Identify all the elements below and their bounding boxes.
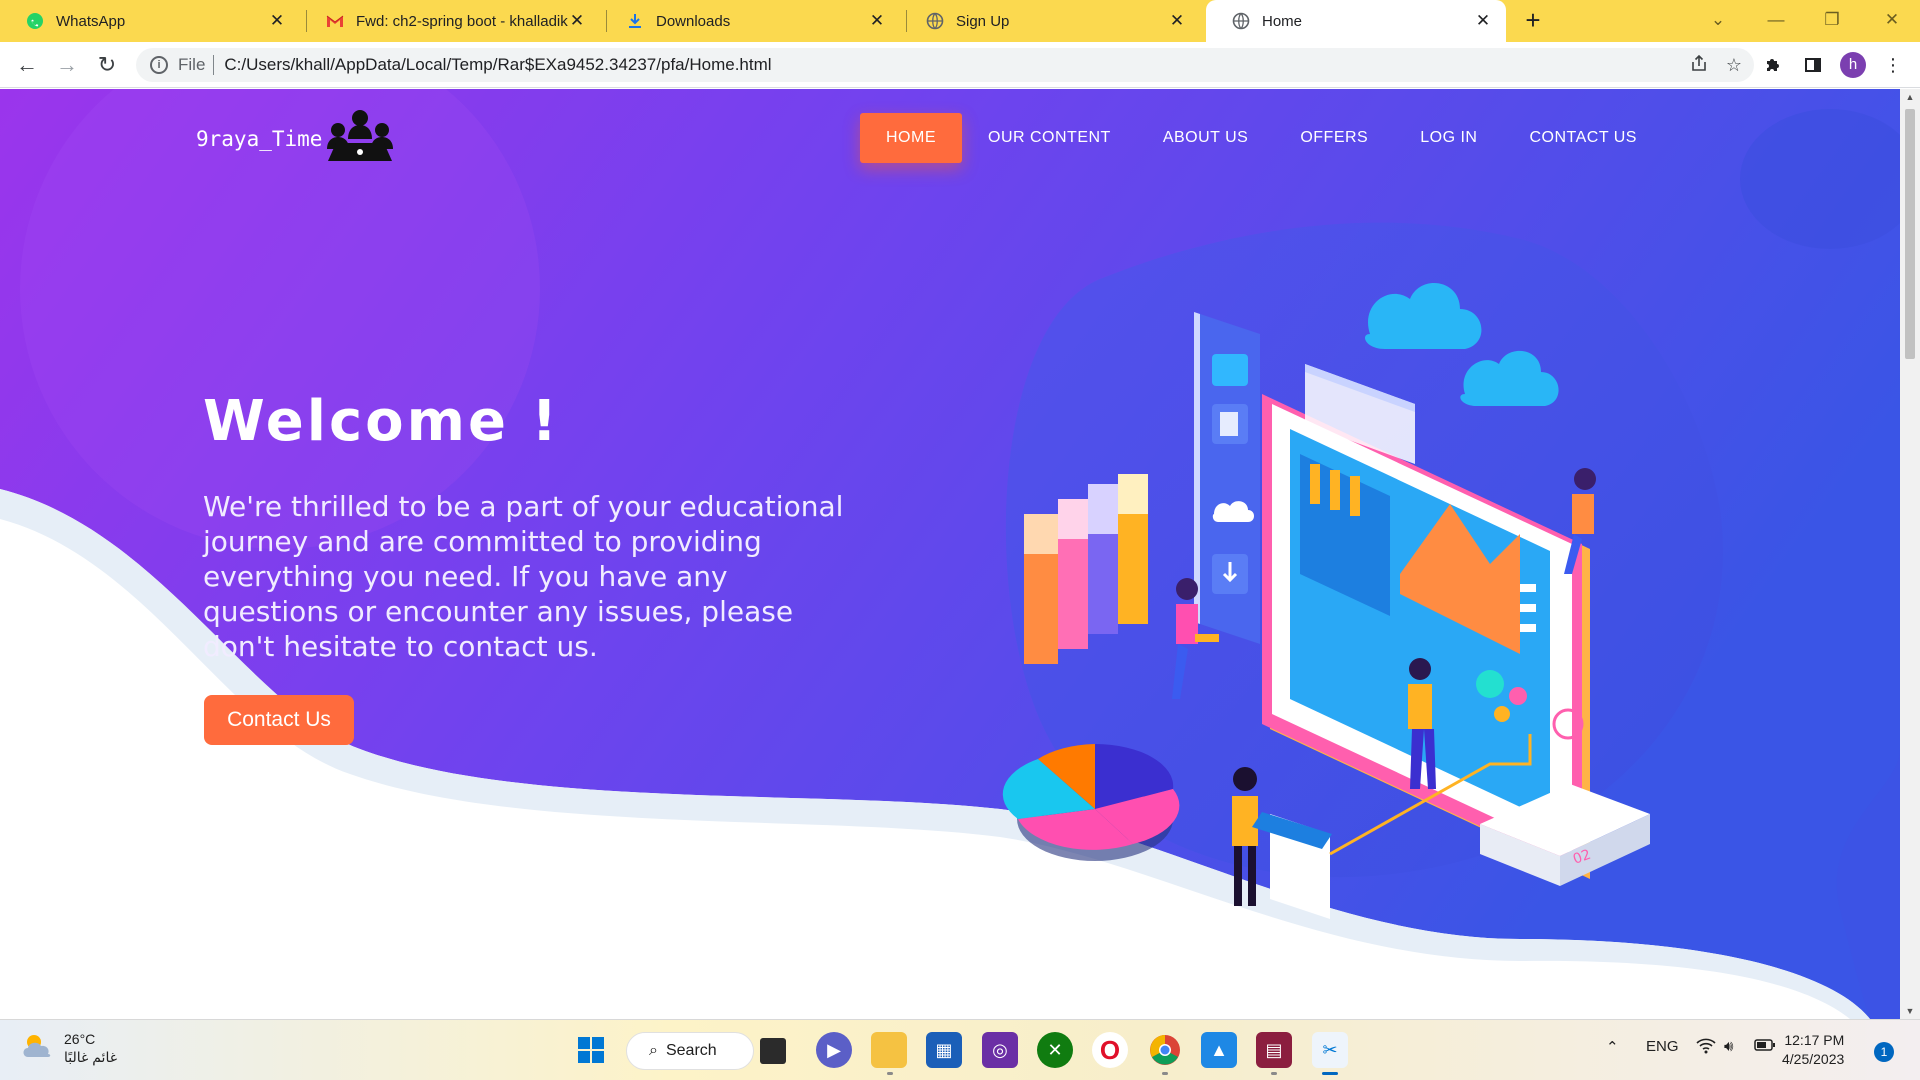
- partly-cloudy-icon: [20, 1031, 56, 1066]
- address-divider: [213, 55, 215, 75]
- new-tab-button[interactable]: +: [1518, 0, 1548, 42]
- vertical-app-panel: [1194, 312, 1260, 644]
- tab-title: Home: [1262, 12, 1303, 30]
- tab-title: Fwd: ch2-spring boot - khalladik: [356, 12, 568, 30]
- scroll-down-arrow-icon[interactable]: ▼: [1904, 1006, 1916, 1016]
- search-icon: ⌕: [649, 1042, 658, 1059]
- scroll-up-arrow-icon[interactable]: ▲: [1904, 92, 1916, 102]
- close-tab-icon[interactable]: ✕: [1168, 11, 1186, 31]
- browser-menu-icon[interactable]: ⋮: [1876, 48, 1910, 82]
- task-view-icon[interactable]: [760, 1038, 786, 1064]
- back-arrow-icon[interactable]: ←: [10, 48, 44, 82]
- notification-badge[interactable]: 1: [1874, 1042, 1894, 1062]
- nav-home[interactable]: HOME: [860, 113, 962, 163]
- browser-toolbar: ← → ↻ i File C:/Users/khall/AppData/Loca…: [0, 42, 1920, 88]
- web-page: 9raya_Time HOME OUR CONTENT ABOUT US OFF…: [0, 89, 1900, 1019]
- photos-app-icon[interactable]: ◎: [982, 1032, 1018, 1068]
- pie-chart: [1002, 743, 1180, 861]
- profile-avatar[interactable]: h: [1840, 52, 1866, 78]
- forward-arrow-icon[interactable]: →: [50, 48, 84, 82]
- nav-log-in[interactable]: LOG IN: [1394, 113, 1503, 163]
- gallery-app-icon[interactable]: ▲: [1201, 1032, 1237, 1068]
- hero-title: Welcome !: [203, 389, 560, 454]
- hero-text: We're thrilled to be a part of your educ…: [203, 490, 844, 663]
- person-at-kiosk: [1232, 767, 1332, 919]
- bar-cubes-chart: [1024, 474, 1148, 664]
- weather-condition: غائم غالبًا: [64, 1049, 118, 1065]
- tab-downloads[interactable]: Downloads ✕: [600, 0, 900, 42]
- group-people-icon: [322, 107, 398, 170]
- volume-icon[interactable]: 🔊︎: [1724, 1038, 1733, 1055]
- system-clock[interactable]: 12:17 PM 4/25/2023: [1782, 1031, 1844, 1069]
- search-label: Search: [665, 1042, 717, 1059]
- extensions-puzzle-icon[interactable]: [1756, 48, 1790, 82]
- tab-title: Sign Up: [956, 12, 1010, 30]
- close-tab-icon[interactable]: ✕: [1474, 11, 1492, 31]
- input-language[interactable]: ENG: [1646, 1038, 1679, 1055]
- share-icon[interactable]: [1690, 54, 1708, 77]
- close-tab-icon[interactable]: ✕: [568, 11, 586, 31]
- nav-our-content[interactable]: OUR CONTENT: [962, 113, 1137, 163]
- tab-title: WhatsApp: [56, 12, 126, 30]
- tab-home[interactable]: Home ✕: [1206, 0, 1506, 42]
- address-url[interactable]: C:/Users/khall/AppData/Local/Temp/Rar$EX…: [224, 55, 771, 75]
- tab-sign-up[interactable]: Sign Up ✕: [900, 0, 1200, 42]
- wifi-icon[interactable]: [1696, 1038, 1716, 1058]
- clock-time: 12:17 PM: [1784, 1032, 1845, 1048]
- running-indicator-active: [1322, 1072, 1338, 1075]
- running-indicator: [887, 1072, 893, 1075]
- scrollbar-thumb[interactable]: [1905, 109, 1915, 359]
- microsoft-store-icon[interactable]: ▦: [926, 1032, 962, 1068]
- site-logo[interactable]: 9raya_Time: [196, 107, 398, 170]
- gmail-icon: [326, 12, 344, 30]
- weather-temperature: 26°C: [64, 1031, 96, 1047]
- logo-text: 9raya_Time: [196, 126, 323, 151]
- globe-icon: [1232, 12, 1250, 30]
- whatsapp-icon: [26, 12, 44, 30]
- running-indicator: [1162, 1072, 1168, 1075]
- tab-title: Downloads: [656, 12, 731, 30]
- globe-icon: [926, 12, 944, 30]
- windows-taskbar: 26°C غائم غالبًا ⌕ Search ▶ ▦ ◎ ✕ O ▲ ▤ …: [0, 1019, 1920, 1080]
- snipping-tool-icon[interactable]: ✂: [1312, 1032, 1348, 1068]
- battery-icon[interactable]: [1754, 1038, 1776, 1056]
- close-tab-icon[interactable]: ✕: [868, 11, 886, 31]
- nav-offers[interactable]: OFFERS: [1274, 113, 1394, 163]
- opera-browser-icon[interactable]: O: [1092, 1032, 1128, 1068]
- cloud-icon: [1365, 282, 1559, 406]
- teams-chat-icon[interactable]: ▶: [816, 1032, 852, 1068]
- clock-date: 4/25/2023: [1782, 1051, 1845, 1067]
- hero-illustration: 02: [1002, 282, 1650, 919]
- show-hidden-icons-chevron-icon[interactable]: ⌃: [1606, 1038, 1619, 1056]
- xbox-icon[interactable]: ✕: [1037, 1032, 1073, 1068]
- tab-gmail[interactable]: Fwd: ch2-spring boot - khalladik ✕: [300, 0, 600, 42]
- taskbar-search[interactable]: ⌕ Search: [626, 1032, 754, 1070]
- address-scheme-label: File: [178, 55, 206, 74]
- contact-us-button[interactable]: Contact Us: [204, 695, 354, 745]
- close-tab-icon[interactable]: ✕: [268, 11, 286, 31]
- download-icon: [626, 12, 644, 30]
- bookmark-star-icon[interactable]: ☆: [1726, 55, 1742, 76]
- winrar-icon[interactable]: ▤: [1256, 1032, 1292, 1068]
- main-navigation: HOME OUR CONTENT ABOUT US OFFERS LOG IN …: [860, 113, 1663, 163]
- windows-start-icon[interactable]: [573, 1032, 609, 1068]
- chrome-icon[interactable]: [1147, 1032, 1183, 1068]
- reload-icon[interactable]: ↻: [90, 48, 124, 82]
- weather-widget[interactable]: 26°C غائم غالبًا: [20, 1030, 117, 1066]
- side-panel-icon[interactable]: [1796, 48, 1830, 82]
- nav-about-us[interactable]: ABOUT US: [1137, 113, 1275, 163]
- close-window-icon[interactable]: ✕: [1872, 0, 1912, 42]
- browser-tab-strip: WhatsApp ✕ Fwd: ch2-spring boot - khalla…: [0, 0, 1920, 42]
- nav-contact-us[interactable]: CONTACT US: [1503, 113, 1663, 163]
- file-explorer-icon[interactable]: [871, 1032, 907, 1068]
- page-scrollbar[interactable]: ▲ ▼: [1900, 89, 1920, 1019]
- address-bar[interactable]: i File C:/Users/khall/AppData/Local/Temp…: [136, 48, 1754, 82]
- tab-search-chevron-icon[interactable]: ⌄: [1698, 0, 1738, 42]
- running-indicator: [1271, 1072, 1277, 1075]
- tab-whatsapp[interactable]: WhatsApp ✕: [0, 0, 300, 42]
- minimize-icon[interactable]: —: [1756, 0, 1796, 42]
- restore-icon[interactable]: ❐: [1812, 0, 1852, 42]
- site-info-icon[interactable]: i: [150, 56, 168, 74]
